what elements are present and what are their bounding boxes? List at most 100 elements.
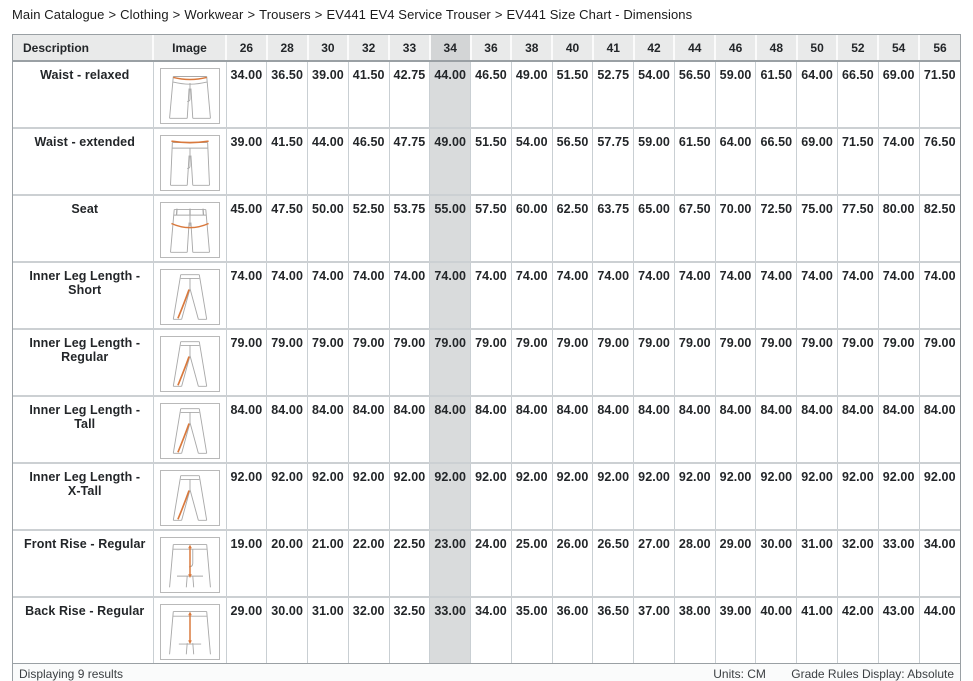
size-column-header[interactable]: 44	[674, 35, 715, 61]
size-column-header[interactable]: 42	[634, 35, 675, 61]
size-value-cell: 79.00	[715, 329, 756, 396]
size-value-cell: 92.00	[471, 463, 512, 530]
size-value-cell: 84.00	[308, 396, 349, 463]
size-value-cell: 61.50	[756, 61, 797, 128]
size-value-cell: 74.00	[878, 128, 919, 195]
size-value-cell: 47.75	[389, 128, 430, 195]
size-value-cell: 32.00	[837, 530, 878, 597]
results-count: Displaying 9 results	[19, 667, 123, 681]
trouser-inner-leg-icon	[160, 470, 220, 526]
size-column-header[interactable]: 52	[837, 35, 878, 61]
size-column-header[interactable]: 41	[593, 35, 634, 61]
size-value-cell: 80.00	[878, 195, 919, 262]
size-column-header[interactable]: 30	[308, 35, 349, 61]
size-value-cell: 27.00	[634, 530, 675, 597]
row-image-cell	[153, 463, 226, 530]
size-column-header[interactable]: 54	[878, 35, 919, 61]
row-description: Back Rise - Regular	[13, 597, 153, 663]
size-value-cell: 41.00	[797, 597, 838, 663]
size-value-cell: 22.50	[389, 530, 430, 597]
size-value-cell: 69.00	[797, 128, 838, 195]
size-value-cell: 92.00	[308, 463, 349, 530]
size-column-header[interactable]: 38	[511, 35, 552, 61]
breadcrumb-separator: >	[104, 7, 120, 22]
size-value-cell: 84.00	[634, 396, 675, 463]
table-row: Waist - extended39.0041.5044.0046.5047.7…	[13, 128, 960, 195]
size-value-cell: 59.00	[634, 128, 675, 195]
size-value-cell: 25.00	[511, 530, 552, 597]
size-value-cell: 42.00	[837, 597, 878, 663]
size-value-cell: 92.00	[389, 463, 430, 530]
column-header-description: Description	[13, 35, 153, 61]
size-column-header[interactable]: 28	[267, 35, 308, 61]
trouser-front-rise-icon	[160, 537, 220, 593]
size-column-header[interactable]: 56	[919, 35, 960, 61]
breadcrumb-item[interactable]: Workwear	[184, 7, 243, 22]
size-column-header[interactable]: 50	[797, 35, 838, 61]
breadcrumb-item[interactable]: Clothing	[120, 7, 169, 22]
size-value-cell: 84.00	[471, 396, 512, 463]
size-value-cell: 45.00	[226, 195, 267, 262]
row-image-cell	[153, 530, 226, 597]
row-description: Waist - extended	[13, 128, 153, 195]
size-value-cell: 40.00	[756, 597, 797, 663]
size-column-header[interactable]: 34	[430, 35, 471, 61]
size-value-cell: 84.00	[715, 396, 756, 463]
size-value-cell: 39.00	[715, 597, 756, 663]
size-value-cell: 57.75	[593, 128, 634, 195]
size-value-cell: 74.00	[430, 262, 471, 329]
size-value-cell: 44.00	[308, 128, 349, 195]
size-value-cell: 79.00	[267, 329, 308, 396]
size-column-header[interactable]: 46	[715, 35, 756, 61]
breadcrumb-item[interactable]: EV441 EV4 Service Trouser	[326, 7, 490, 22]
size-value-cell: 84.00	[226, 396, 267, 463]
size-column-header[interactable]: 33	[389, 35, 430, 61]
column-header-image: Image	[153, 35, 226, 61]
size-value-cell: 92.00	[756, 463, 797, 530]
size-value-cell: 74.00	[308, 262, 349, 329]
breadcrumb-separator: >	[243, 7, 259, 22]
size-value-cell: 37.00	[634, 597, 675, 663]
size-value-cell: 79.00	[226, 329, 267, 396]
size-column-header[interactable]: 32	[348, 35, 389, 61]
size-value-cell: 38.00	[674, 597, 715, 663]
size-value-cell: 79.00	[837, 329, 878, 396]
size-column-header[interactable]: 36	[471, 35, 512, 61]
size-value-cell: 21.00	[308, 530, 349, 597]
size-value-cell: 74.00	[756, 262, 797, 329]
size-value-cell: 64.00	[715, 128, 756, 195]
table-row: Inner Leg Length - X-Tall92.0092.0092.00…	[13, 463, 960, 530]
size-value-cell: 33.00	[430, 597, 471, 663]
size-value-cell: 84.00	[430, 396, 471, 463]
size-value-cell: 36.50	[267, 61, 308, 128]
size-value-cell: 24.00	[471, 530, 512, 597]
row-image-cell	[153, 262, 226, 329]
size-value-cell: 66.50	[837, 61, 878, 128]
table-row: Inner Leg Length - Tall84.0084.0084.0084…	[13, 396, 960, 463]
table-footer: Displaying 9 results Units: CM Grade Rul…	[13, 663, 960, 681]
size-value-cell: 67.50	[674, 195, 715, 262]
size-value-cell: 50.00	[308, 195, 349, 262]
units-display: Units: CM	[713, 667, 766, 681]
breadcrumb-item[interactable]: Trousers	[259, 7, 311, 22]
size-value-cell: 49.00	[430, 128, 471, 195]
size-value-cell: 39.00	[308, 61, 349, 128]
size-column-header[interactable]: 26	[226, 35, 267, 61]
trouser-waist-extended-icon	[160, 135, 220, 191]
size-value-cell: 54.00	[634, 61, 675, 128]
size-value-cell: 79.00	[878, 329, 919, 396]
size-column-header[interactable]: 40	[552, 35, 593, 61]
size-column-header[interactable]: 48	[756, 35, 797, 61]
breadcrumb-item[interactable]: Main Catalogue	[12, 7, 104, 22]
size-value-cell: 92.00	[919, 463, 960, 530]
size-value-cell: 52.50	[348, 195, 389, 262]
size-value-cell: 34.00	[919, 530, 960, 597]
size-chart-panel: Description Image 2628303233343638404142…	[12, 34, 961, 681]
size-value-cell: 65.00	[634, 195, 675, 262]
size-value-cell: 30.00	[267, 597, 308, 663]
breadcrumb-item: EV441 Size Chart - Dimensions	[507, 7, 693, 22]
size-value-cell: 42.75	[389, 61, 430, 128]
size-value-cell: 51.50	[552, 61, 593, 128]
trouser-inner-leg-icon	[160, 336, 220, 392]
breadcrumb-separator: >	[169, 7, 185, 22]
